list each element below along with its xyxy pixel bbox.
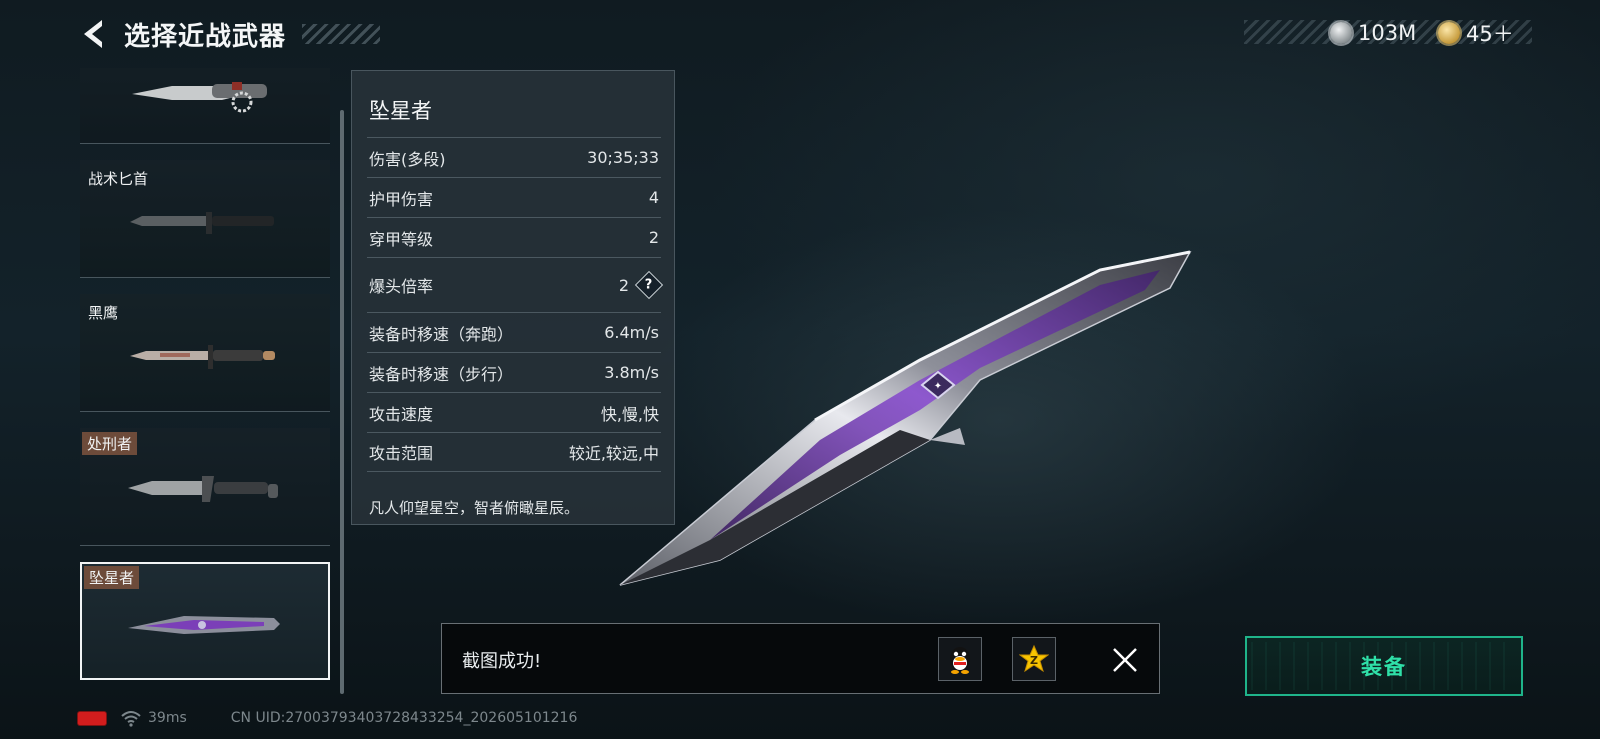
weapon-card-label: 处刑者 — [82, 432, 138, 455]
equip-button[interactable]: 装备 — [1245, 636, 1523, 696]
title-decoration — [302, 24, 381, 44]
weapon-card-tactical-dagger[interactable]: 战术匕首 — [80, 160, 330, 278]
silver-coin-icon — [1330, 22, 1352, 44]
stat-label: 装备时移速（步行） — [369, 364, 514, 384]
equip-button-label: 装备 — [1361, 655, 1407, 679]
weapon-card[interactable] — [80, 68, 330, 144]
share-qzone-button[interactable]: Z — [1012, 637, 1056, 681]
stat-label: 装备时移速（奔跑） — [369, 324, 514, 344]
starfall-knife-icon — [128, 616, 280, 634]
stat-label: 穿甲等级 — [369, 229, 434, 249]
status-bar: 39ms CN UID:27003793403728433254_2026051… — [78, 708, 577, 728]
spiked-knife-icon — [132, 82, 267, 113]
weapon-card-starfall[interactable]: 坠星者 — [80, 562, 330, 680]
page-title: 选择近战武器 — [124, 21, 287, 52]
weapon-list: 战术匕首 黑鹰 处刑者 坠星者 — [80, 68, 330, 694]
header: 选择近战武器 — [78, 16, 381, 52]
weapon-card-black-hawk[interactable]: 黑鹰 — [80, 294, 330, 412]
battery-icon — [78, 711, 106, 725]
stat-label: 伤害(多段) — [369, 149, 446, 169]
weapon-card-executioner[interactable]: 处刑者 — [80, 428, 330, 546]
svg-text:Z: Z — [1030, 654, 1038, 667]
ping-value: 39ms — [148, 710, 187, 726]
silver-currency: 103M — [1330, 20, 1416, 46]
stat-label: 攻击速度 — [369, 404, 434, 424]
stat-value: 30;35;33 — [587, 148, 659, 167]
silver-currency-value: 103M — [1358, 21, 1417, 45]
weapon-description: 凡人仰望星空，智者俯瞰星辰。 — [369, 499, 580, 517]
stat-label: 护甲伤害 — [369, 189, 434, 209]
toast-message: 截图成功! — [462, 651, 542, 672]
svg-text:✦: ✦ — [934, 381, 942, 392]
stat-label: 攻击范围 — [369, 444, 434, 463]
qq-icon — [950, 647, 970, 674]
screenshot-toast: 截图成功! Z — [441, 623, 1160, 694]
qzone-icon: Z — [1019, 644, 1049, 673]
weapon-card-label: 战术匕首 — [88, 170, 149, 188]
gold-currency[interactable]: 45＋ — [1438, 20, 1514, 46]
weapon-preview[interactable]: ✦ — [600, 240, 1240, 600]
gold-currency-value: 45＋ — [1466, 22, 1514, 46]
weapon-name: 坠星者 — [369, 99, 432, 123]
stat-label: 爆头倍率 — [369, 277, 434, 296]
gold-coin-icon — [1438, 22, 1460, 44]
black-hawk-knife-icon — [130, 345, 275, 369]
executioner-knife-icon — [128, 476, 278, 502]
weapon-card-label: 坠星者 — [84, 566, 140, 589]
stat-value: 4 — [648, 188, 659, 207]
close-icon[interactable] — [1110, 645, 1140, 675]
back-arrow-icon[interactable] — [78, 16, 110, 52]
stat-row-armor-damage: 护甲伤害 4 — [367, 177, 661, 217]
share-qq-button[interactable] — [938, 637, 982, 681]
tactical-dagger-icon — [130, 212, 274, 234]
stat-row-damage: 伤害(多段) 30;35;33 — [367, 137, 661, 177]
wifi-icon — [121, 711, 141, 727]
list-scrollbar[interactable] — [340, 110, 344, 694]
user-uid: CN UID:27003793403728433254_202605101216 — [230, 710, 578, 726]
weapon-card-label: 黑鹰 — [88, 304, 119, 322]
